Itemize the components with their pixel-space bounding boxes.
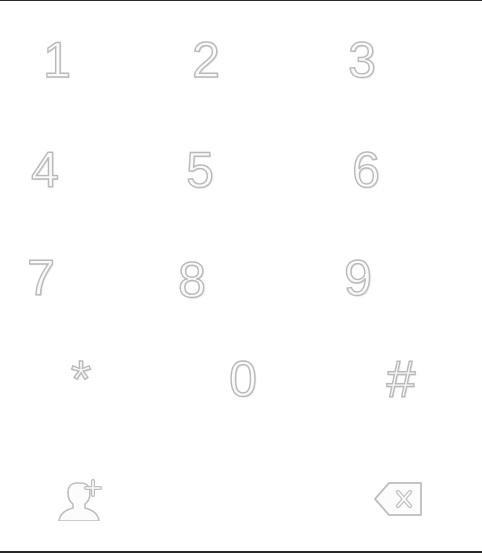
key-star[interactable]: * (36, 340, 126, 420)
key-8[interactable]: 8 (147, 240, 237, 320)
key-3-label: 3 (347, 32, 376, 88)
key-8-label: 8 (177, 252, 206, 308)
key-9[interactable]: 9 (313, 238, 403, 318)
key-5-label: 5 (185, 142, 214, 198)
key-hash-label: # (386, 351, 416, 409)
key-9-label: 9 (343, 250, 372, 306)
top-divider (0, 0, 482, 1)
key-hash[interactable]: # (356, 340, 446, 420)
key-5[interactable]: 5 (155, 130, 245, 210)
key-1[interactable]: 1 (12, 20, 102, 100)
key-2-label: 2 (191, 32, 220, 88)
key-7-label: 7 (26, 250, 55, 306)
add-contact-button[interactable] (36, 459, 126, 539)
bottom-divider (0, 551, 482, 553)
key-1-label: 1 (42, 32, 71, 88)
key-3[interactable]: 3 (317, 20, 407, 100)
key-6-label: 6 (351, 142, 380, 198)
key-4-label: 4 (30, 142, 59, 198)
key-0-label: 0 (228, 351, 257, 407)
add-contact-icon (55, 477, 107, 521)
key-2[interactable]: 2 (161, 20, 251, 100)
backspace-icon (371, 480, 425, 518)
key-4[interactable]: 4 (0, 130, 90, 210)
key-0[interactable]: 0 (198, 339, 288, 419)
key-7[interactable]: 7 (0, 238, 86, 318)
key-star-label: * (70, 351, 92, 409)
key-6[interactable]: 6 (321, 130, 411, 210)
backspace-button[interactable] (353, 459, 443, 539)
